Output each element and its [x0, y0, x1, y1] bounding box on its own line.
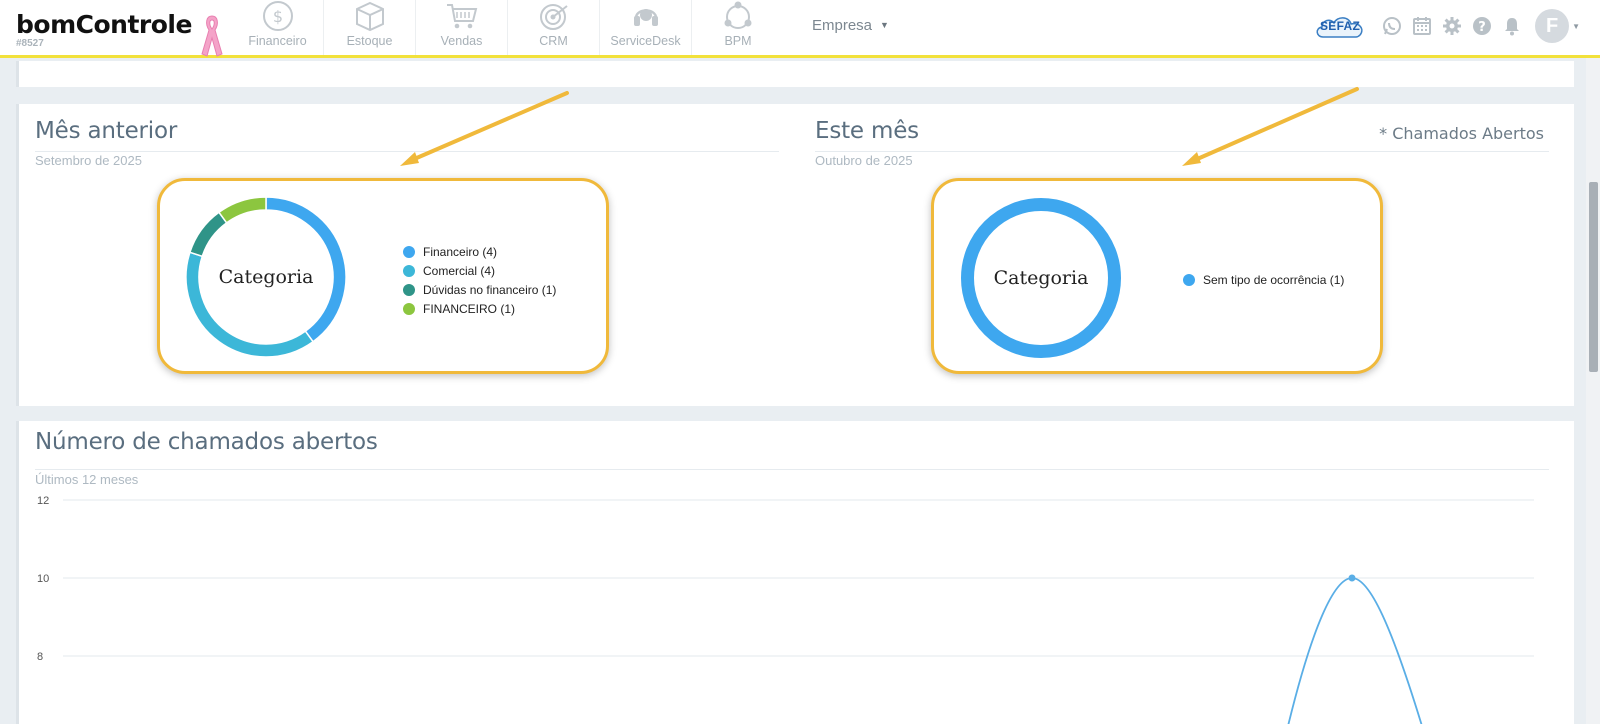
previous-panel-edge	[16, 61, 1574, 87]
caret-down-icon[interactable]: ▼	[1572, 22, 1580, 31]
legend-item[interactable]: Sem tipo de ocorrência (1)	[1183, 270, 1344, 289]
svg-text:?: ?	[1478, 20, 1486, 35]
sefaz-label: SEFAZ	[1319, 19, 1361, 33]
y-tick-label: 8	[37, 651, 43, 663]
legend-marker	[1183, 273, 1195, 286]
gear-icon	[1443, 17, 1462, 35]
top-navigation-bar: bomControle #8527 $ Financeiro Estoque V	[0, 0, 1600, 58]
this-month-chart-box: Categoria Sem tipo de ocorrência (1)	[931, 178, 1383, 374]
donut-center-label: Categoria	[219, 266, 314, 288]
nav-bpm[interactable]: BPM	[692, 0, 784, 55]
divider	[35, 151, 779, 152]
box-icon	[355, 1, 384, 32]
nav-label: ServiceDesk	[610, 34, 681, 48]
legend-label: Dúvidas no financeiro (1)	[423, 282, 557, 297]
whatsapp-icon	[1383, 17, 1402, 35]
brand-name: bomControle	[16, 10, 192, 39]
legend-item[interactable]: FINANCEIRO (1)	[403, 299, 556, 318]
y-tick-label: 12	[37, 495, 49, 507]
this-month-legend: Sem tipo de ocorrência (1)	[1183, 270, 1344, 289]
legend-item[interactable]: Financeiro (4)	[403, 242, 556, 261]
legend-marker	[403, 264, 415, 277]
legend-label: Sem tipo de ocorrência (1)	[1203, 272, 1345, 287]
this-month-subtitle: Outubro de 2025	[815, 153, 913, 168]
notifications-button[interactable]	[1497, 11, 1527, 41]
nav-vendas[interactable]: Vendas	[416, 0, 508, 55]
legend-marker	[403, 283, 415, 296]
help-button[interactable]: ?	[1467, 11, 1497, 41]
nav-label: Financeiro	[248, 34, 307, 48]
nav-crm[interactable]: CRM	[508, 0, 600, 55]
nav-label: BPM	[724, 34, 752, 48]
pink-ribbon-icon	[201, 15, 223, 57]
avatar[interactable]: F	[1535, 9, 1570, 43]
nav-estoque[interactable]: Estoque	[324, 0, 416, 55]
tickets-panel: Número de chamados abertos Últimos 12 me…	[16, 421, 1574, 724]
svg-text:$: $	[272, 7, 282, 26]
legend-marker	[403, 302, 415, 315]
nav-servicedesk[interactable]: ServiceDesk	[600, 0, 692, 55]
caret-down-icon: ▼	[880, 20, 889, 30]
help-icon: ?	[1473, 17, 1492, 35]
bell-icon	[1505, 18, 1520, 36]
target-icon	[539, 4, 568, 30]
brand-logo[interactable]: bomControle #8527	[16, 12, 192, 49]
whatsapp-button[interactable]	[1377, 11, 1407, 41]
cart-icon	[446, 4, 477, 29]
account-id: #8527	[16, 38, 44, 49]
prev-month-chart-box: Categoria Financeiro (4) Comercial (4) D…	[157, 178, 609, 374]
calendar-button[interactable]	[1407, 11, 1437, 41]
open-tickets-note: * Chamados Abertos	[1379, 124, 1544, 143]
y-tick-label: 10	[37, 573, 49, 585]
company-selector[interactable]: Empresa ▼	[812, 17, 889, 34]
legend-item[interactable]: Dúvidas no financeiro (1)	[403, 280, 556, 299]
divider	[815, 151, 1549, 152]
nav-financeiro[interactable]: $ Financeiro	[232, 0, 324, 55]
sefaz-button[interactable]: SEFAZ	[1313, 13, 1367, 39]
divider	[35, 469, 1549, 470]
prev-month-subtitle: Setembro de 2025	[35, 153, 142, 168]
prev-month-title: Mês anterior	[35, 118, 178, 144]
company-label: Empresa	[812, 17, 873, 34]
prev-month-legend: Financeiro (4) Comercial (4) Dúvidas no …	[403, 242, 556, 318]
calendar-icon	[1413, 17, 1432, 35]
dollar-circle-icon: $	[262, 1, 293, 31]
header-tools: SEFAZ ? F ▼	[1313, 9, 1580, 43]
donut-slice[interactable]	[217, 196, 267, 224]
series-line	[1287, 577, 1423, 724]
nav-label: Estoque	[346, 34, 393, 48]
legend-item[interactable]: Comercial (4)	[403, 261, 556, 280]
data-point[interactable]	[1348, 574, 1356, 582]
donut-slice[interactable]	[188, 211, 228, 258]
this-month-title: Este mês	[815, 118, 919, 144]
module-nav: $ Financeiro Estoque Vendas CRM ServiceD…	[232, 0, 784, 55]
tickets-subtitle: Últimos 12 meses	[35, 472, 139, 487]
workflow-icon	[724, 1, 752, 29]
headset-icon	[633, 9, 658, 26]
prev-month-donut-chart: Categoria	[185, 196, 347, 358]
legend-label: Comercial (4)	[423, 263, 496, 278]
category-panel: Mês anterior Setembro de 2025 Este mês O…	[16, 104, 1574, 406]
legend-marker	[403, 245, 415, 258]
settings-button[interactable]	[1437, 11, 1467, 41]
this-month-donut-chart: Categoria	[961, 198, 1121, 358]
nav-label: Vendas	[440, 34, 483, 48]
legend-label: FINANCEIRO (1)	[423, 301, 516, 316]
legend-label: Financeiro (4)	[423, 244, 498, 259]
tickets-line-chart: 8 10 12	[37, 495, 1534, 724]
page-scrollbar[interactable]	[1586, 58, 1600, 724]
tickets-title: Número de chamados abertos	[35, 429, 378, 455]
scrollbar-thumb[interactable]	[1589, 182, 1598, 372]
nav-label: CRM	[539, 34, 568, 48]
donut-center-label: Categoria	[994, 267, 1089, 289]
